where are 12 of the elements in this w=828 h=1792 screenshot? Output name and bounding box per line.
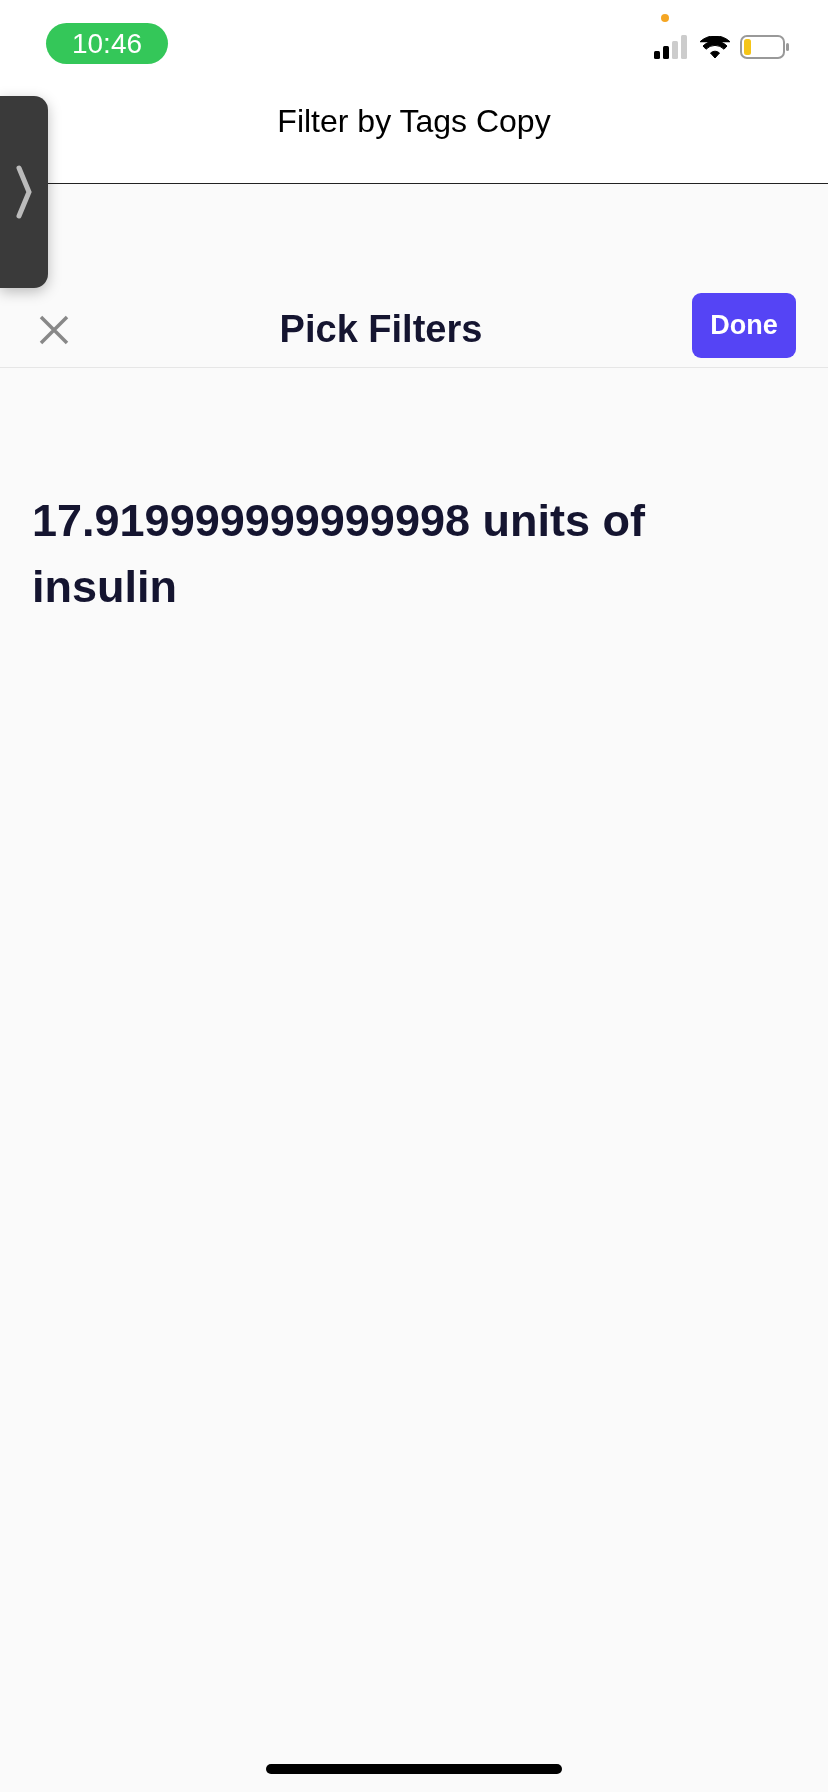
- close-icon[interactable]: [38, 313, 70, 346]
- wifi-icon: [700, 36, 730, 58]
- signal-icon: [654, 35, 690, 59]
- page-title: Filter by Tags Copy: [277, 103, 551, 140]
- done-button[interactable]: Done: [692, 293, 796, 358]
- battery-icon: [740, 35, 790, 59]
- status-time: 10:46: [46, 23, 168, 64]
- privacy-dot-icon: [661, 14, 669, 22]
- filter-text: 17.919999999999998 units of insulin: [32, 494, 646, 614]
- side-panel-handle[interactable]: [0, 96, 48, 288]
- sheet-title: Pick Filters: [279, 308, 483, 351]
- chevron-right-icon: [15, 164, 33, 220]
